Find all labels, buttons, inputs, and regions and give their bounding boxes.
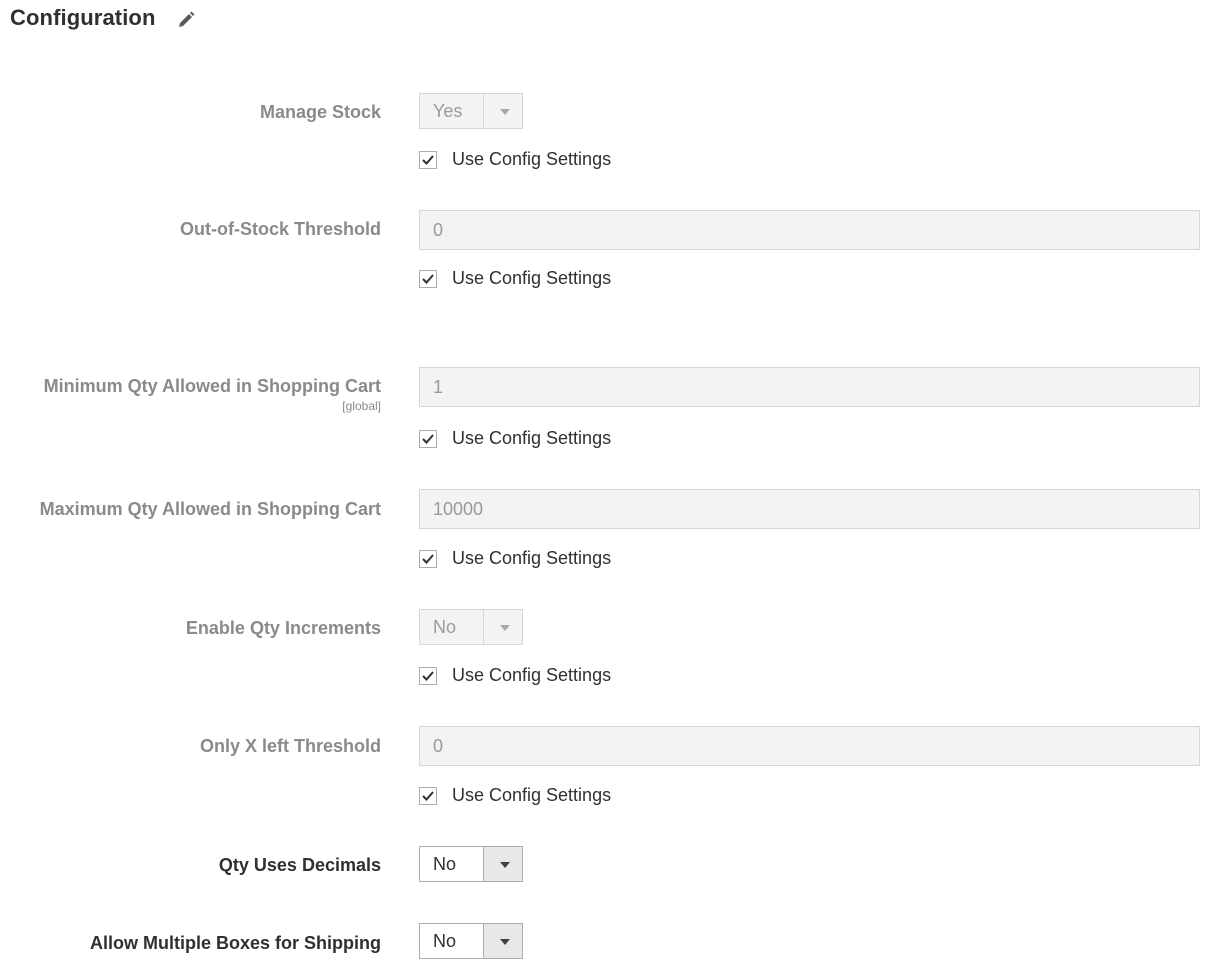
manage-stock-label: Manage Stock (259, 102, 381, 122)
max-qty-cart-value: 10000 (433, 499, 484, 519)
pencil-icon[interactable] (176, 10, 196, 30)
allow-multiple-boxes-label: Allow Multiple Boxes for Shipping (90, 933, 381, 953)
scope-label: [global] (342, 399, 381, 413)
allow-multiple-boxes-value: No (433, 931, 457, 951)
only-x-left-threshold-value: 0 (433, 736, 444, 756)
only-x-left-threshold-input[interactable]: 0 (419, 726, 1200, 766)
out-of-stock-threshold-value: 0 (433, 220, 444, 240)
min-qty-cart-label: Minimum Qty Allowed in Shopping Cart (43, 376, 381, 396)
use-config-label: Use Config Settings (452, 785, 612, 805)
checkbox[interactable] (419, 151, 437, 169)
chevron-down-icon (500, 625, 510, 631)
min-qty-cart-value: 1 (433, 377, 444, 397)
manage-stock-select[interactable]: Yes (419, 93, 523, 129)
checkbox[interactable] (419, 550, 437, 568)
chevron-down-icon (500, 862, 510, 868)
use-config-label: Use Config Settings (452, 665, 612, 685)
out-of-stock-threshold-label: Out-of-Stock Threshold (180, 219, 381, 239)
checkbox[interactable] (419, 667, 437, 685)
allow-multiple-boxes-select[interactable]: No (419, 923, 523, 959)
enable-qty-increments-value: No (433, 617, 457, 637)
out-of-stock-threshold-input[interactable]: 0 (419, 210, 1200, 250)
qty-uses-decimals-label: Qty Uses Decimals (218, 855, 381, 875)
enable-qty-increments-label: Enable Qty Increments (185, 618, 381, 638)
qty-uses-decimals-select[interactable]: No (419, 846, 523, 882)
chevron-down-icon (500, 109, 510, 115)
page-title: Configuration (10, 5, 156, 30)
qty-uses-decimals-value: No (433, 854, 457, 874)
use-config-label: Use Config Settings (452, 268, 612, 288)
manage-stock-value: Yes (433, 101, 463, 121)
enable-qty-increments-select[interactable]: No (419, 609, 523, 645)
max-qty-cart-input[interactable]: 10000 (419, 489, 1200, 529)
only-x-left-threshold-label: Only X left Threshold (199, 736, 381, 756)
use-config-label: Use Config Settings (452, 548, 612, 568)
checkbox[interactable] (419, 787, 437, 805)
checkbox[interactable] (419, 430, 437, 448)
max-qty-cart-label: Maximum Qty Allowed in Shopping Cart (39, 499, 381, 519)
min-qty-cart-input[interactable]: 1 (419, 367, 1200, 407)
use-config-label: Use Config Settings (452, 149, 612, 169)
checkbox[interactable] (419, 270, 437, 288)
chevron-down-icon (500, 939, 510, 945)
use-config-label: Use Config Settings (452, 428, 612, 448)
